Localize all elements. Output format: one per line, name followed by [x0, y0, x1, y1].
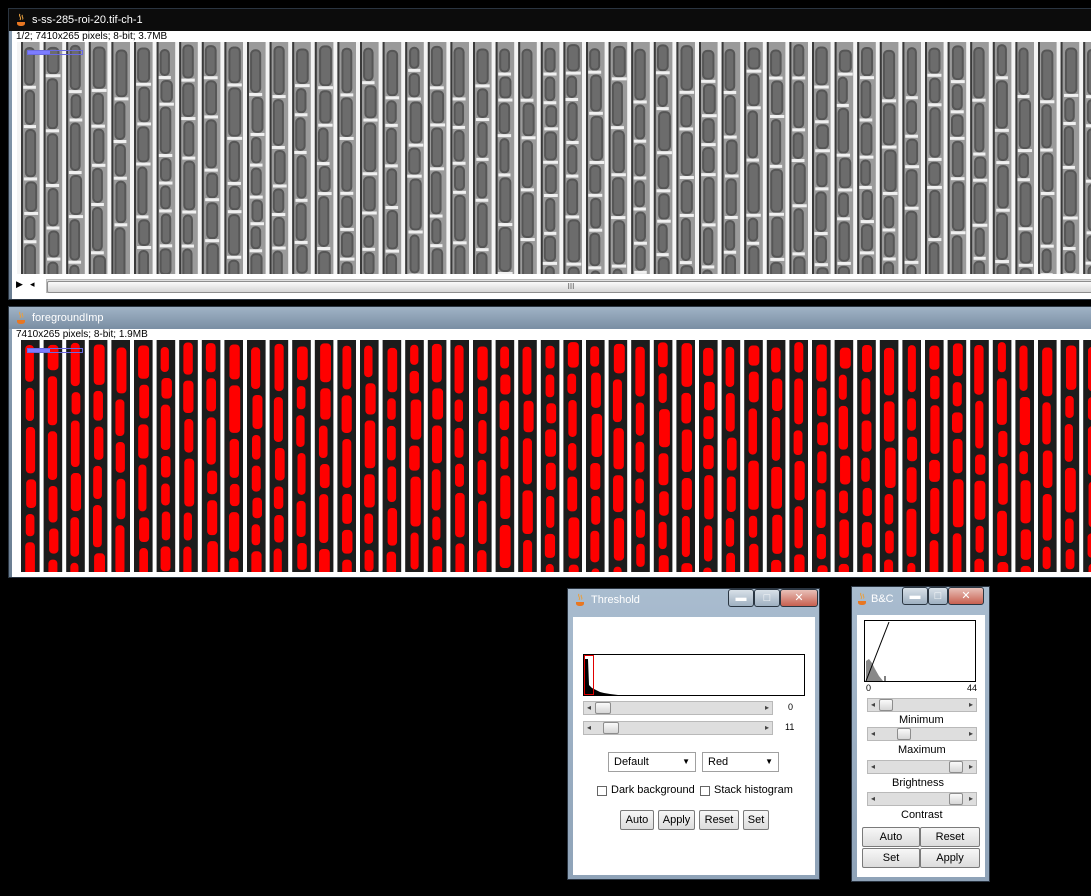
upper-threshold-value: 11 [785, 722, 795, 732]
maximize-icon: □ [763, 592, 771, 604]
close-icon: ✕ [794, 592, 804, 604]
phase-contrast-image [17, 42, 1091, 274]
scroll-right-icon[interactable]: ▸ [965, 760, 977, 774]
maximize-button[interactable]: □ [754, 589, 780, 607]
dark-background-checkbox[interactable] [597, 786, 607, 796]
image-info: 1/2; 7410x265 pixels; 8-bit; 3.7MB [16, 31, 168, 42]
contrast-label: Contrast [901, 809, 943, 821]
minimize-button[interactable]: ▬ [728, 589, 754, 607]
minimize-icon: ▬ [735, 592, 747, 604]
scroll-left-icon[interactable]: ◂ [867, 698, 879, 712]
method-value: Default [614, 756, 649, 768]
scroll-right-icon[interactable]: ▸ [965, 698, 977, 712]
image-canvas-mask[interactable] [17, 340, 1091, 572]
image-window-original[interactable]: s-ss-285-roi-20.tif-ch-1 1/2; 7410x265 p… [8, 8, 1091, 300]
histogram-min-label: 0 [866, 683, 872, 693]
lower-threshold-slider[interactable]: ◂ ▸ [583, 701, 773, 715]
stack-histogram-label: Stack histogram [714, 784, 793, 796]
java-icon [574, 593, 586, 607]
brightness-slider[interactable]: ◂ ▸ [867, 760, 977, 774]
upper-threshold-slider[interactable]: ◂ ▸ [583, 721, 773, 735]
chevron-down-icon: ▼ [765, 757, 773, 766]
scroll-left-icon[interactable]: ◂ [867, 792, 879, 806]
close-icon: ✕ [961, 590, 971, 602]
threshold-dialog[interactable]: Threshold ▬ □ ✕ ◂ ▸ 0 ◂ ▸ 11 Default ▼ R… [567, 588, 820, 880]
set-button[interactable]: Set [743, 810, 769, 830]
display-value: Red [708, 756, 729, 768]
apply-button[interactable]: Apply [658, 810, 695, 830]
scroll-right-icon[interactable]: ▸ [965, 727, 977, 741]
scale-bar [27, 348, 83, 353]
scroll-left-icon[interactable]: ◂ [583, 701, 595, 715]
minimum-slider[interactable]: ◂ ▸ [867, 698, 977, 712]
scroll-left-icon[interactable]: ◂ [867, 760, 879, 774]
bc-histogram [864, 620, 976, 682]
slice-scrollbar[interactable]: III [46, 279, 1091, 293]
reset-button[interactable]: Reset [699, 810, 739, 830]
scroll-left-icon[interactable]: ◂ [30, 279, 35, 290]
image-canvas-phase[interactable] [17, 42, 1091, 274]
java-icon [15, 311, 27, 325]
histogram-plot [865, 621, 890, 681]
scroll-right-icon[interactable]: ▸ [761, 721, 773, 735]
window-titlebar[interactable]: foregroundImp [9, 307, 1091, 329]
window-title: s-ss-285-roi-20.tif-ch-1 [32, 14, 143, 26]
image-window-foreground[interactable]: foregroundImp 7410x265 pixels; 8-bit; 1.… [8, 306, 1091, 578]
maximize-button[interactable]: □ [928, 587, 948, 605]
auto-button[interactable]: Auto [862, 827, 920, 847]
minimum-label: Minimum [899, 714, 944, 726]
set-button[interactable]: Set [862, 848, 920, 868]
scroll-right-icon[interactable]: ▸ [761, 701, 773, 715]
apply-button[interactable]: Apply [920, 848, 980, 868]
histogram-plot [584, 655, 618, 695]
stack-histogram-checkbox[interactable] [700, 786, 710, 796]
play-icon[interactable]: ▶ [16, 279, 23, 290]
brightness-contrast-dialog[interactable]: B&C ▬ □ ✕ 0 44 ◂ ▸ Minimum ◂ ▸ Maximum ◂… [851, 586, 990, 882]
display-select[interactable]: Red ▼ [702, 752, 779, 772]
dark-background-label: Dark background [611, 784, 695, 796]
method-select[interactable]: Default ▼ [608, 752, 696, 772]
brightness-label: Brightness [892, 777, 944, 789]
threshold-histogram [583, 654, 805, 696]
auto-button[interactable]: Auto [620, 810, 654, 830]
chevron-down-icon: ▼ [682, 757, 690, 766]
scroll-right-icon[interactable]: ▸ [965, 792, 977, 806]
maximum-label: Maximum [898, 744, 946, 756]
contrast-slider[interactable]: ◂ ▸ [867, 792, 977, 806]
threshold-mask-image [17, 340, 1091, 572]
window-titlebar[interactable]: s-ss-285-roi-20.tif-ch-1 [9, 9, 1091, 31]
scrollbar-thumb[interactable]: III [47, 281, 1091, 293]
image-info: 7410x265 pixels; 8-bit; 1.9MB [16, 329, 148, 340]
reset-button[interactable]: Reset [920, 827, 980, 847]
dialog-title: B&C [871, 593, 894, 605]
java-icon [15, 13, 27, 27]
java-icon [856, 592, 868, 606]
close-button[interactable]: ✕ [780, 589, 818, 607]
maximize-icon: □ [934, 590, 942, 602]
scroll-left-icon[interactable]: ◂ [867, 727, 879, 741]
maximum-slider[interactable]: ◂ ▸ [867, 727, 977, 741]
minimize-icon: ▬ [909, 590, 921, 602]
stack-player-controls[interactable]: ▶ ◂ [16, 279, 46, 293]
dialog-title: Threshold [591, 594, 640, 606]
minimize-button[interactable]: ▬ [902, 587, 928, 605]
scroll-left-icon[interactable]: ◂ [583, 721, 595, 735]
histogram-max-label: 44 [967, 683, 978, 693]
scale-bar [27, 50, 83, 55]
window-title: foregroundImp [32, 312, 104, 324]
lower-threshold-value: 0 [788, 702, 794, 712]
close-button[interactable]: ✕ [948, 587, 984, 605]
